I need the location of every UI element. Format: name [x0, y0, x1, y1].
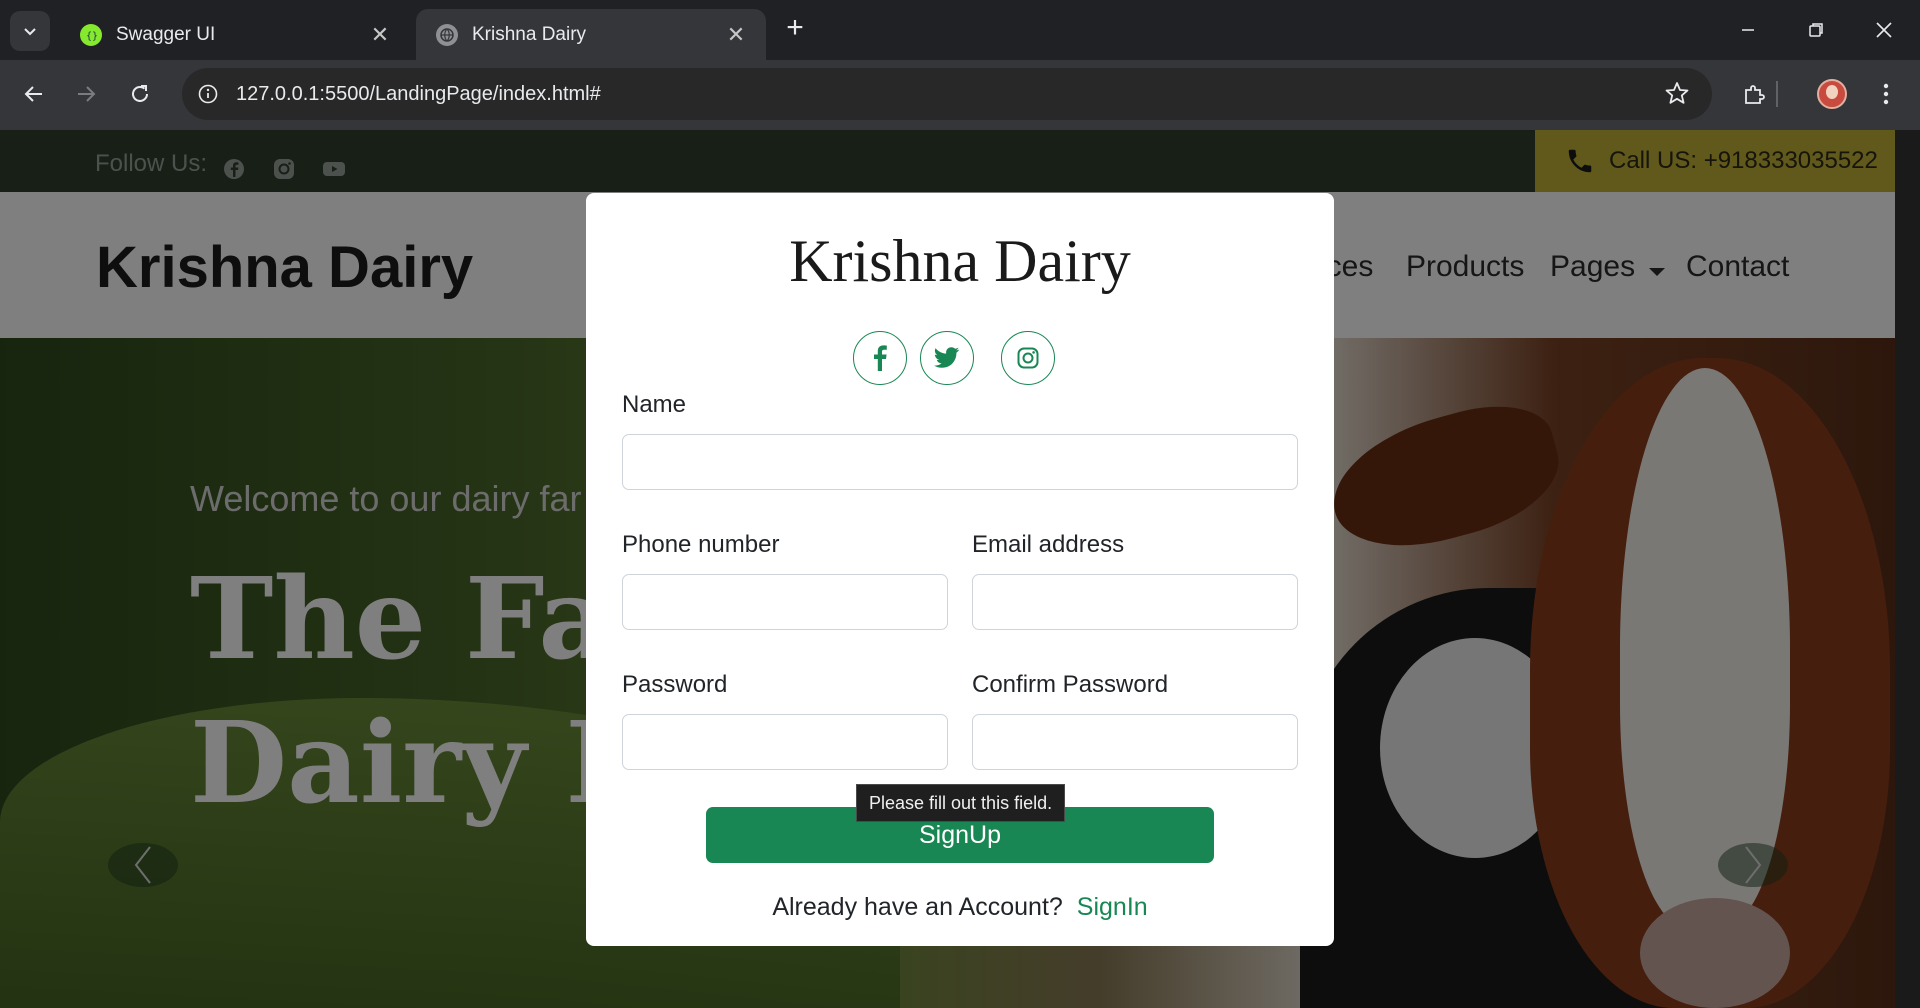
browser-toolbar: 127.0.0.1:5500/LandingPage/index.html# [0, 60, 1920, 130]
site-info-button[interactable] [188, 74, 228, 114]
confirm-password-input[interactable] [972, 714, 1298, 770]
tab-search-button[interactable] [10, 11, 50, 51]
email-input[interactable] [972, 574, 1298, 630]
close-icon [1876, 22, 1892, 38]
arrow-right-icon [78, 86, 96, 102]
password-label: Password [622, 671, 728, 698]
avatar [1817, 79, 1847, 109]
restore-button[interactable] [1796, 12, 1836, 48]
email-label: Email address [972, 531, 1125, 558]
modal-title: Krishna Dairy [789, 228, 1131, 294]
chevron-down-icon [24, 28, 36, 36]
swagger-favicon-icon: {} [80, 23, 102, 46]
arrow-left-icon [24, 86, 42, 102]
close-tab-icon[interactable]: ✕ [368, 22, 392, 48]
phone-label: Phone number [622, 531, 780, 558]
phone-input[interactable] [622, 574, 948, 630]
facebook-icon [874, 345, 887, 371]
instagram-icon [1017, 347, 1039, 369]
already-account-text: Already have an Account? [772, 893, 1063, 921]
close-tab-icon[interactable]: ✕ [724, 22, 748, 48]
new-tab-button[interactable]: + [780, 13, 810, 44]
toolbar-divider [1772, 74, 1782, 114]
page-scrollbar[interactable] [1895, 130, 1920, 1008]
browser-tab-bar: {} Swagger UI ✕ Krishna Dairy ✕ + [0, 0, 1920, 60]
signup-modal: Krishna Dairy Name Phone number Email ad… [586, 193, 1334, 946]
validation-tooltip: Please fill out this field. [856, 784, 1066, 822]
tab-swagger[interactable]: {} Swagger UI ✕ [60, 9, 410, 60]
reload-icon [132, 85, 148, 102]
tab-title: Krishna Dairy [472, 23, 587, 45]
url-text: 127.0.0.1:5500/LandingPage/index.html# [236, 82, 601, 105]
minimize-icon [1742, 29, 1754, 31]
minimize-button[interactable] [1728, 12, 1768, 48]
forward-button[interactable] [66, 74, 106, 114]
menu-button[interactable] [1866, 74, 1906, 114]
svg-text:{}: {} [86, 31, 98, 42]
globe-icon [436, 23, 458, 46]
puzzle-icon [1745, 85, 1765, 104]
twitter-icon [934, 347, 959, 368]
tab-title: Swagger UI [116, 23, 216, 45]
info-icon [198, 84, 218, 104]
tab-krishna-dairy[interactable]: Krishna Dairy ✕ [416, 9, 766, 60]
password-input[interactable] [622, 714, 948, 770]
facebook-button[interactable] [853, 331, 907, 385]
signin-link[interactable]: SignIn [1077, 893, 1148, 921]
signin-prompt: Already have an Account? SignIn [586, 893, 1334, 922]
confirm-password-label: Confirm Password [972, 671, 1169, 698]
profile-button[interactable] [1812, 74, 1852, 114]
close-window-button[interactable] [1864, 12, 1904, 48]
name-label: Name [622, 391, 687, 418]
instagram-button[interactable] [1001, 331, 1055, 385]
name-input[interactable] [622, 434, 1298, 490]
more-vert-icon [1883, 83, 1889, 105]
restore-icon [1809, 23, 1823, 37]
reload-button[interactable] [120, 74, 160, 114]
twitter-button[interactable] [920, 331, 974, 385]
address-bar[interactable]: 127.0.0.1:5500/LandingPage/index.html# [182, 68, 1712, 120]
bookmark-star-icon[interactable] [1664, 80, 1690, 106]
back-button[interactable] [14, 74, 54, 114]
extensions-button[interactable] [1734, 74, 1774, 114]
